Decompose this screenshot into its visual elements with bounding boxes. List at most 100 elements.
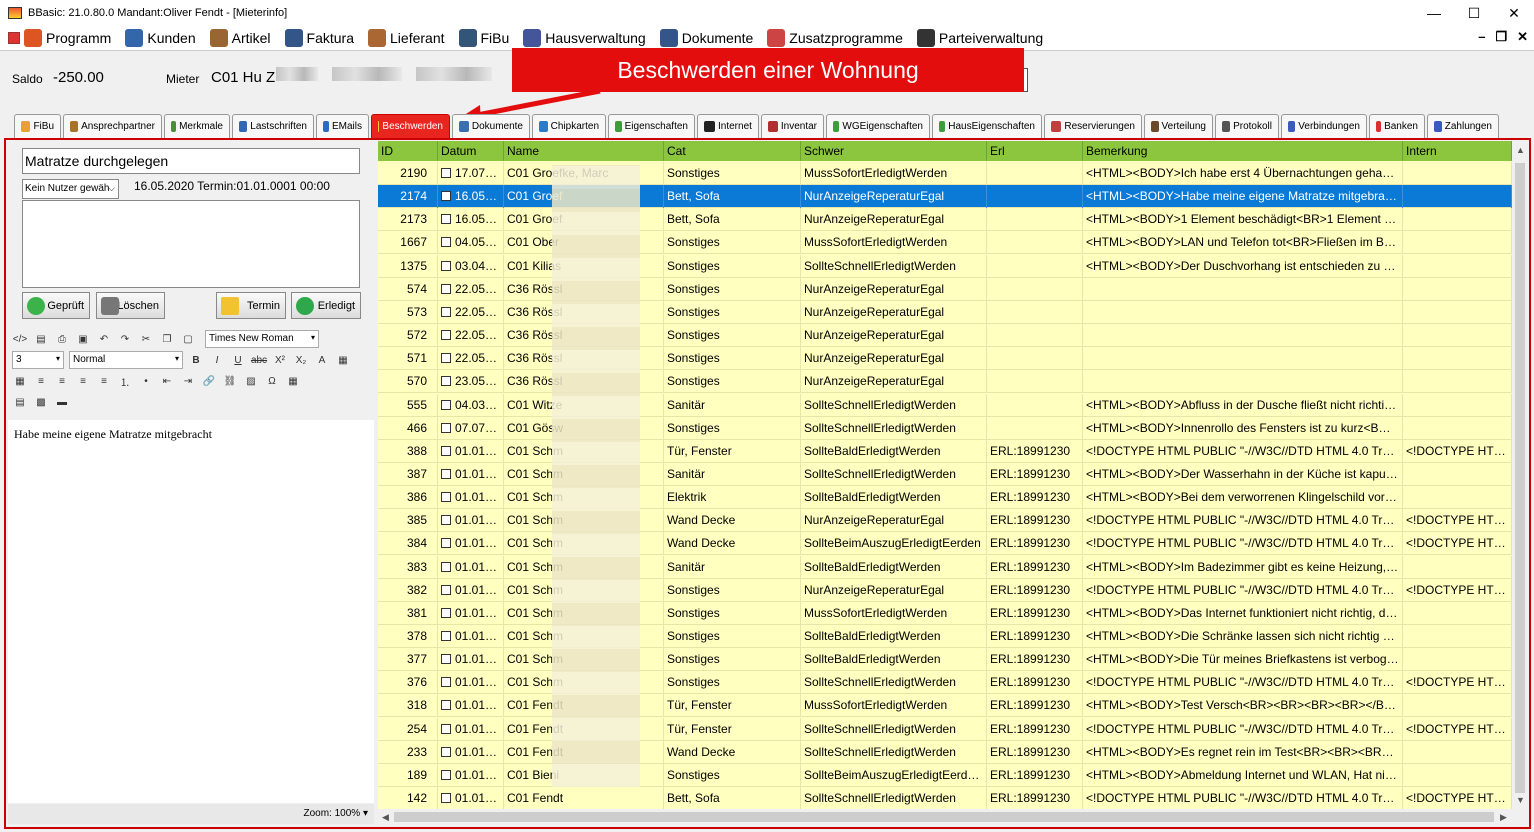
row-checkbox[interactable] bbox=[441, 793, 451, 804]
subject-input[interactable]: Matratze durchgelegen bbox=[22, 148, 360, 174]
row-checkbox[interactable] bbox=[441, 214, 451, 225]
column-header-bemerkung[interactable]: Bemerkung bbox=[1083, 141, 1403, 161]
image-icon[interactable]: ▨ bbox=[243, 373, 259, 389]
column-header-cat[interactable]: Cat bbox=[664, 141, 801, 161]
tab-zahlungen[interactable]: Zahlungen bbox=[1427, 114, 1499, 138]
table-row[interactable]: 142 01.01.0001 C01 Fendt Bett, Sofa SollteSc… bbox=[378, 787, 1512, 809]
font-name-select[interactable]: Times New Roman ▾ bbox=[205, 330, 319, 348]
table-row[interactable]: 57322.05.2008C36 RösslSonstigesNurAnzeig… bbox=[378, 300, 1512, 324]
special-char-icon[interactable]: Ω bbox=[264, 373, 280, 389]
column-header-schwer[interactable]: Schwer bbox=[801, 141, 987, 161]
clear-format-icon[interactable]: A bbox=[314, 352, 330, 368]
tab-verbindungen[interactable]: Verbindungen bbox=[1281, 114, 1367, 138]
numbered-list-icon[interactable]: ⒈ bbox=[117, 373, 133, 389]
row-checkbox[interactable] bbox=[441, 237, 451, 248]
row-checkbox[interactable] bbox=[441, 283, 451, 294]
close-button[interactable]: ✕ bbox=[1494, 0, 1534, 26]
tab-banken[interactable]: Banken bbox=[1369, 114, 1425, 138]
table-row[interactable]: 38201.01.0001C01 SchmSonstigesNurAnzeige… bbox=[378, 578, 1512, 602]
print-preview-icon[interactable]: ▣ bbox=[75, 331, 91, 347]
column-header-id[interactable]: ID bbox=[378, 141, 438, 161]
strikethrough-icon[interactable]: abc bbox=[251, 352, 267, 368]
row-checkbox[interactable] bbox=[441, 330, 451, 341]
row-checkbox[interactable] bbox=[441, 769, 451, 780]
menu-item-lieferant[interactable]: Lieferant bbox=[368, 29, 445, 47]
table-row[interactable]: 38501.01.0001C01 SchmWand DeckeNurAnzeig… bbox=[378, 509, 1512, 533]
table-row[interactable]: 38101.01.0001C01 SchmSonstigesMussSofort… bbox=[378, 601, 1512, 625]
justify-icon[interactable]: ≡ bbox=[96, 373, 112, 389]
table-row[interactable]: 37601.01.0001C01 SchmSonstigesSollteSchn… bbox=[378, 671, 1512, 695]
checked-button[interactable]: Geprüft bbox=[22, 292, 90, 319]
tab-lastschriften[interactable]: Lastschriften bbox=[232, 114, 314, 138]
font-size-select[interactable]: 3 ▾ bbox=[12, 351, 64, 369]
row-checkbox[interactable] bbox=[441, 515, 451, 526]
table-row[interactable]: 217316.05.2020C01 GroefBett, SofaNurAnze… bbox=[378, 208, 1512, 232]
row-checkbox[interactable] bbox=[441, 723, 451, 734]
row-checkbox[interactable] bbox=[441, 538, 451, 549]
horizontal-scrollbar[interactable]: ◀ ▶ bbox=[378, 809, 1512, 825]
undo-icon[interactable]: ↶ bbox=[96, 331, 112, 347]
unlink-icon[interactable]: ⛓ bbox=[222, 373, 238, 389]
table-icon[interactable]: ▦ bbox=[285, 373, 301, 389]
column-header-intern[interactable]: Intern bbox=[1403, 141, 1512, 161]
row-checkbox[interactable] bbox=[441, 260, 451, 271]
align-left-icon[interactable]: ≡ bbox=[33, 373, 49, 389]
table-row[interactable]: 23301.01.0001C01 FendtWand DeckeSollteSc… bbox=[378, 740, 1512, 764]
table-row[interactable]: 57023.05.2008C36 RösslSonstigesNurAnzeig… bbox=[378, 370, 1512, 394]
table-row[interactable]: 38301.01.0001C01 SchmSanitärSollteBaldEr… bbox=[378, 555, 1512, 579]
tab-hauseigenschaften[interactable]: HausEigenschaften bbox=[932, 114, 1042, 138]
print-icon[interactable]: ⎙ bbox=[54, 331, 70, 347]
table-row[interactable]: 219017.07.2020C01 Groefke, MarcSonstiges… bbox=[378, 162, 1512, 185]
table-row[interactable]: 57222.05.2008C36 RösslSonstigesNurAnzeig… bbox=[378, 324, 1512, 348]
table-row[interactable]: 217416.05.2020C01 GroefBett, SofaNurAnze… bbox=[378, 185, 1512, 209]
menu-item-hausverwaltung[interactable]: Hausverwaltung bbox=[523, 29, 646, 47]
cut-icon[interactable]: ✂ bbox=[138, 331, 154, 347]
row-checkbox[interactable] bbox=[441, 399, 451, 410]
scroll-up-icon[interactable]: ▲ bbox=[1516, 145, 1525, 155]
menu-item-dokumente[interactable]: Dokumente bbox=[659, 29, 753, 47]
underline-icon[interactable]: U bbox=[230, 352, 246, 368]
row-checkbox[interactable] bbox=[441, 492, 451, 503]
row-checkbox[interactable] bbox=[441, 631, 451, 641]
delete-button[interactable]: Löschen bbox=[96, 292, 165, 319]
image-map-icon[interactable]: ▩ bbox=[33, 394, 49, 410]
table-row[interactable]: 137503.04.2013C01 KiliasSonstigesSollteS… bbox=[378, 254, 1512, 278]
column-header-datum[interactable]: Datum bbox=[438, 141, 504, 161]
row-checkbox[interactable] bbox=[441, 376, 451, 387]
row-checkbox[interactable] bbox=[441, 445, 451, 456]
row-checkbox[interactable] bbox=[441, 607, 451, 618]
insert-element-icon[interactable]: ▦ bbox=[335, 352, 351, 368]
tab-reservierungen[interactable]: Reservierungen bbox=[1044, 114, 1142, 138]
italic-icon[interactable]: I bbox=[209, 352, 225, 368]
tab-protokoll[interactable]: Protokoll bbox=[1215, 114, 1279, 138]
tab-chipkarten[interactable]: Chipkarten bbox=[532, 114, 606, 138]
row-checkbox[interactable] bbox=[441, 353, 451, 364]
table-row[interactable]: 25401.01.0001C01 FendtTür, FensterSollte… bbox=[378, 717, 1512, 741]
table-row[interactable]: 57122.05.2008C36 RösslSonstigesNurAnzeig… bbox=[378, 347, 1512, 371]
superscript-icon[interactable]: X² bbox=[272, 352, 288, 368]
table-row[interactable]: 38801.01.0001C01 SchmTür, FensterSollteB… bbox=[378, 439, 1512, 463]
tab-verteilung[interactable]: Verteilung bbox=[1144, 114, 1213, 138]
indent-icon[interactable]: ⇥ bbox=[180, 373, 196, 389]
outdent-icon[interactable]: ⇤ bbox=[159, 373, 175, 389]
minimize-button[interactable]: — bbox=[1414, 0, 1454, 26]
tab-merkmale[interactable]: Merkmale bbox=[164, 114, 230, 138]
row-checkbox[interactable] bbox=[441, 677, 451, 688]
mdi-restore-button[interactable]: ❐ bbox=[1495, 29, 1507, 45]
horizontal-rule-icon[interactable]: ▬ bbox=[54, 394, 70, 410]
table-row[interactable]: 38701.01.0001C01 SchmSanitärSollteSchnel… bbox=[378, 462, 1512, 486]
zoom-indicator[interactable]: Zoom: 100% ▾ bbox=[8, 804, 374, 824]
row-checkbox[interactable] bbox=[441, 306, 451, 317]
row-checkbox[interactable] bbox=[441, 584, 451, 595]
highlight-color-icon[interactable]: ▦ bbox=[12, 373, 28, 389]
row-checkbox[interactable] bbox=[441, 654, 451, 665]
vertical-scroll-thumb[interactable] bbox=[1515, 163, 1525, 793]
menu-item-kunden[interactable]: Kunden bbox=[125, 29, 196, 47]
tab-eigenschaften[interactable]: Eigenschaften bbox=[608, 114, 695, 138]
scroll-left-icon[interactable]: ◀ bbox=[382, 812, 389, 823]
row-checkbox[interactable] bbox=[441, 468, 451, 479]
bullet-list-icon[interactable]: • bbox=[138, 373, 154, 389]
menu-item-programm[interactable]: Programm bbox=[24, 29, 111, 47]
row-checkbox[interactable] bbox=[441, 700, 451, 711]
row-checkbox[interactable] bbox=[441, 168, 451, 178]
